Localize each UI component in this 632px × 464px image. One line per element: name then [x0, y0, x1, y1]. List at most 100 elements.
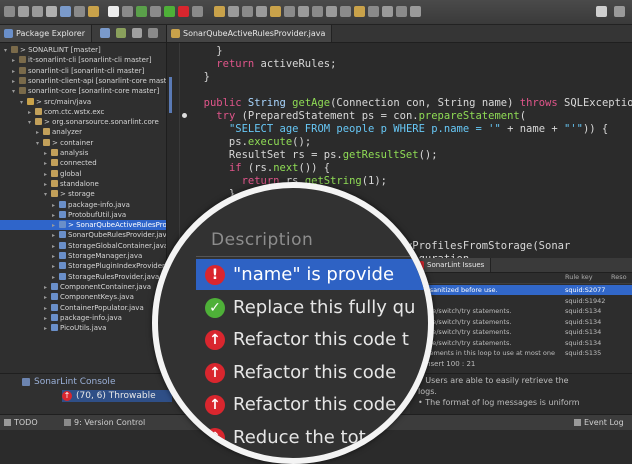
toolbar-action-icon[interactable] — [88, 6, 99, 17]
toolbar-action-icon[interactable] — [242, 6, 253, 17]
toolbar-action-icon[interactable] — [164, 6, 175, 17]
toolbar-action-icon[interactable] — [18, 6, 29, 17]
issue-row[interactable]: squid:S1942 — [411, 296, 632, 306]
tree-item[interactable]: ▸ StorageRulesProvider.java — [0, 272, 166, 282]
issue-row[interactable]: /while/switch/try statements. squid:S134 — [411, 338, 632, 348]
event-log-button[interactable]: Event Log — [574, 415, 624, 430]
minimize-icon[interactable] — [148, 28, 158, 38]
tree-item[interactable]: ▾ > storage — [0, 189, 166, 199]
issue-row[interactable]: ↑ Reduce the tot — [196, 422, 428, 453]
tree-item[interactable]: ▸ PicoUtils.java — [0, 323, 166, 333]
tree-item[interactable]: ▸ StorageManager.java — [0, 251, 166, 261]
settings-icon[interactable] — [132, 28, 142, 38]
tree-item[interactable]: ▸ analyzer — [0, 127, 166, 137]
column-rule-key[interactable]: Rule key — [565, 272, 593, 283]
tree-item[interactable]: ▾ > SONARLINT [master] — [0, 45, 166, 55]
toolbar-action-icon[interactable] — [214, 6, 225, 17]
tree-item[interactable]: ▸ it-sonarlint-cli [sonarlint-cli master] — [0, 55, 166, 65]
todo-button[interactable]: TODO — [4, 415, 38, 430]
tree-item[interactable]: ▸ SonarQubeRulesProvider.java — [0, 230, 166, 240]
code-line[interactable]: } — [191, 71, 210, 84]
issue-row[interactable]: /while/switch/try statements. squid:S134 — [411, 317, 632, 327]
toolbar-action-icon[interactable] — [312, 6, 323, 17]
tree-item[interactable]: ▸ StorageGlobalContainer.java — [0, 241, 166, 251]
toolbar-action-icon[interactable] — [354, 6, 365, 17]
tree-item[interactable]: ▸ ComponentKeys.java — [0, 292, 166, 302]
toolbar-action-icon[interactable] — [192, 6, 203, 17]
toolbar-action-icon[interactable] — [136, 6, 147, 17]
tree-item[interactable]: ▸ package-info.java — [0, 200, 166, 210]
tree-item[interactable]: ▸ com.ctc.wstx.exc — [0, 107, 166, 117]
toolbar-action-icon[interactable] — [60, 6, 71, 17]
description-column-header: Description — [211, 230, 314, 250]
toolbar-action-icon[interactable] — [298, 6, 309, 17]
view-menu-icon[interactable] — [116, 28, 126, 38]
toolbar-action-icon[interactable] — [122, 6, 133, 17]
toolbar-action-icon[interactable] — [108, 6, 119, 17]
issue-row[interactable]: /while/switch/try statements. squid:S134 — [411, 306, 632, 316]
tree-item[interactable]: ▸ sonarlint-client-api [sonarlint-core ma… — [0, 76, 166, 86]
code-line[interactable]: ps.execute(); — [191, 136, 311, 149]
sync-icon[interactable] — [100, 28, 110, 38]
code-line[interactable]: return activeRules; — [191, 58, 336, 71]
code-line[interactable]: if (rs.next()) { — [191, 162, 330, 175]
issue-row[interactable]: ↑ Refactor this code — [196, 357, 428, 388]
toolbar-action-icon[interactable] — [396, 6, 407, 17]
issue-row[interactable]: ! "name" is provide — [196, 259, 428, 290]
tree-item[interactable]: ▸StoragePluginIndexProvider.java — [0, 261, 166, 271]
toolbar-action-icon[interactable] — [74, 6, 85, 17]
tree-item[interactable]: ▸> SonarQubeActiveRulesProvider.java — [0, 220, 166, 231]
code-line[interactable]: public String getAge(Connection con, Str… — [191, 97, 632, 110]
expand-right-icon[interactable]: ▸ — [44, 324, 50, 334]
java-perspective-icon[interactable] — [614, 6, 625, 17]
toolbar-action-icon[interactable] — [4, 6, 15, 17]
toolbar-action-icon[interactable] — [340, 6, 351, 17]
java-icon — [51, 324, 58, 332]
tree-item[interactable]: ▾ > src/main/java — [0, 97, 166, 107]
toolbar-action-icon[interactable] — [178, 6, 189, 17]
tree-item-label: StoragePluginIndexProvider.java — [68, 262, 166, 271]
toolbar-action-icon[interactable] — [368, 6, 379, 17]
tree-item[interactable]: ▸ standalone — [0, 179, 166, 189]
tree-item[interactable]: ▸ sonarlint-cli [sonarlint-cli master] — [0, 66, 166, 76]
tree-item[interactable]: ▸ analysis — [0, 148, 166, 158]
issue-row[interactable]: ✓ Replace this fully qu — [196, 292, 428, 323]
version-control-button[interactable]: 9: Version Control — [64, 415, 145, 430]
code-line[interactable]: } — [191, 45, 222, 58]
issue-row[interactable]: ↑ Refactor this code — [196, 389, 428, 420]
perspective-icon[interactable] — [596, 6, 607, 17]
toolbar-action-icon[interactable] — [150, 6, 161, 17]
method-marker-icon[interactable] — [182, 113, 187, 118]
tree-item[interactable]: ▸ ContainerPopulator.java — [0, 303, 166, 313]
tree-item[interactable]: ▾ > org.sonarsource.sonarlint.core — [0, 117, 166, 127]
issue-row[interactable]: /while/switch/try statements. squid:S134 — [411, 327, 632, 337]
tab-package-explorer[interactable]: Package Explorer — [0, 25, 93, 42]
tab-editor-file[interactable]: SonarQubeActiveRulesProvider.java — [167, 25, 333, 42]
issue-row[interactable]: statements in this loop to use at most o… — [411, 348, 632, 358]
tree-item[interactable]: ▸ ComponentContainer.java — [0, 282, 166, 292]
tree-item[interactable]: ▸ package-info.java — [0, 313, 166, 323]
toolbar-action-icon[interactable] — [228, 6, 239, 17]
toolbar-action-icon[interactable] — [284, 6, 295, 17]
console-title[interactable]: SonarLint Console — [34, 377, 115, 387]
toolbar-action-icon[interactable] — [410, 6, 421, 17]
code-line[interactable]: "SELECT age FROM people p WHERE p.name =… — [191, 123, 608, 136]
toolbar-action-icon[interactable] — [382, 6, 393, 17]
version-control-icon — [64, 419, 71, 426]
issue-row[interactable]: not sanitized before use. squid:S2077 — [411, 285, 632, 295]
toolbar-action-icon[interactable] — [46, 6, 57, 17]
toolbar-action-icon[interactable] — [270, 6, 281, 17]
code-line[interactable]: ResultSet rs = ps.getResultSet(); — [191, 149, 438, 162]
column-resource[interactable]: Reso — [611, 272, 627, 283]
tree-item[interactable]: ▸ global — [0, 169, 166, 179]
tree-item[interactable]: ▾ sonarlint-core [sonarlint-core master] — [0, 86, 166, 96]
console-entry-row[interactable]: ↑ (70, 6) Throwable — [62, 390, 172, 402]
tree-item[interactable]: ▾ > container — [0, 138, 166, 148]
toolbar-action-icon[interactable] — [326, 6, 337, 17]
toolbar-action-icon[interactable] — [256, 6, 267, 17]
issue-row[interactable]: ↑ Refactor this code t — [196, 324, 428, 355]
toolbar-action-icon[interactable] — [32, 6, 43, 17]
tree-item[interactable]: ▸ connected — [0, 158, 166, 168]
code-line[interactable]: try (PreparedStatement ps = con.prepareS… — [191, 110, 526, 123]
tree-item[interactable]: ▸ ProtobufUtil.java — [0, 210, 166, 220]
